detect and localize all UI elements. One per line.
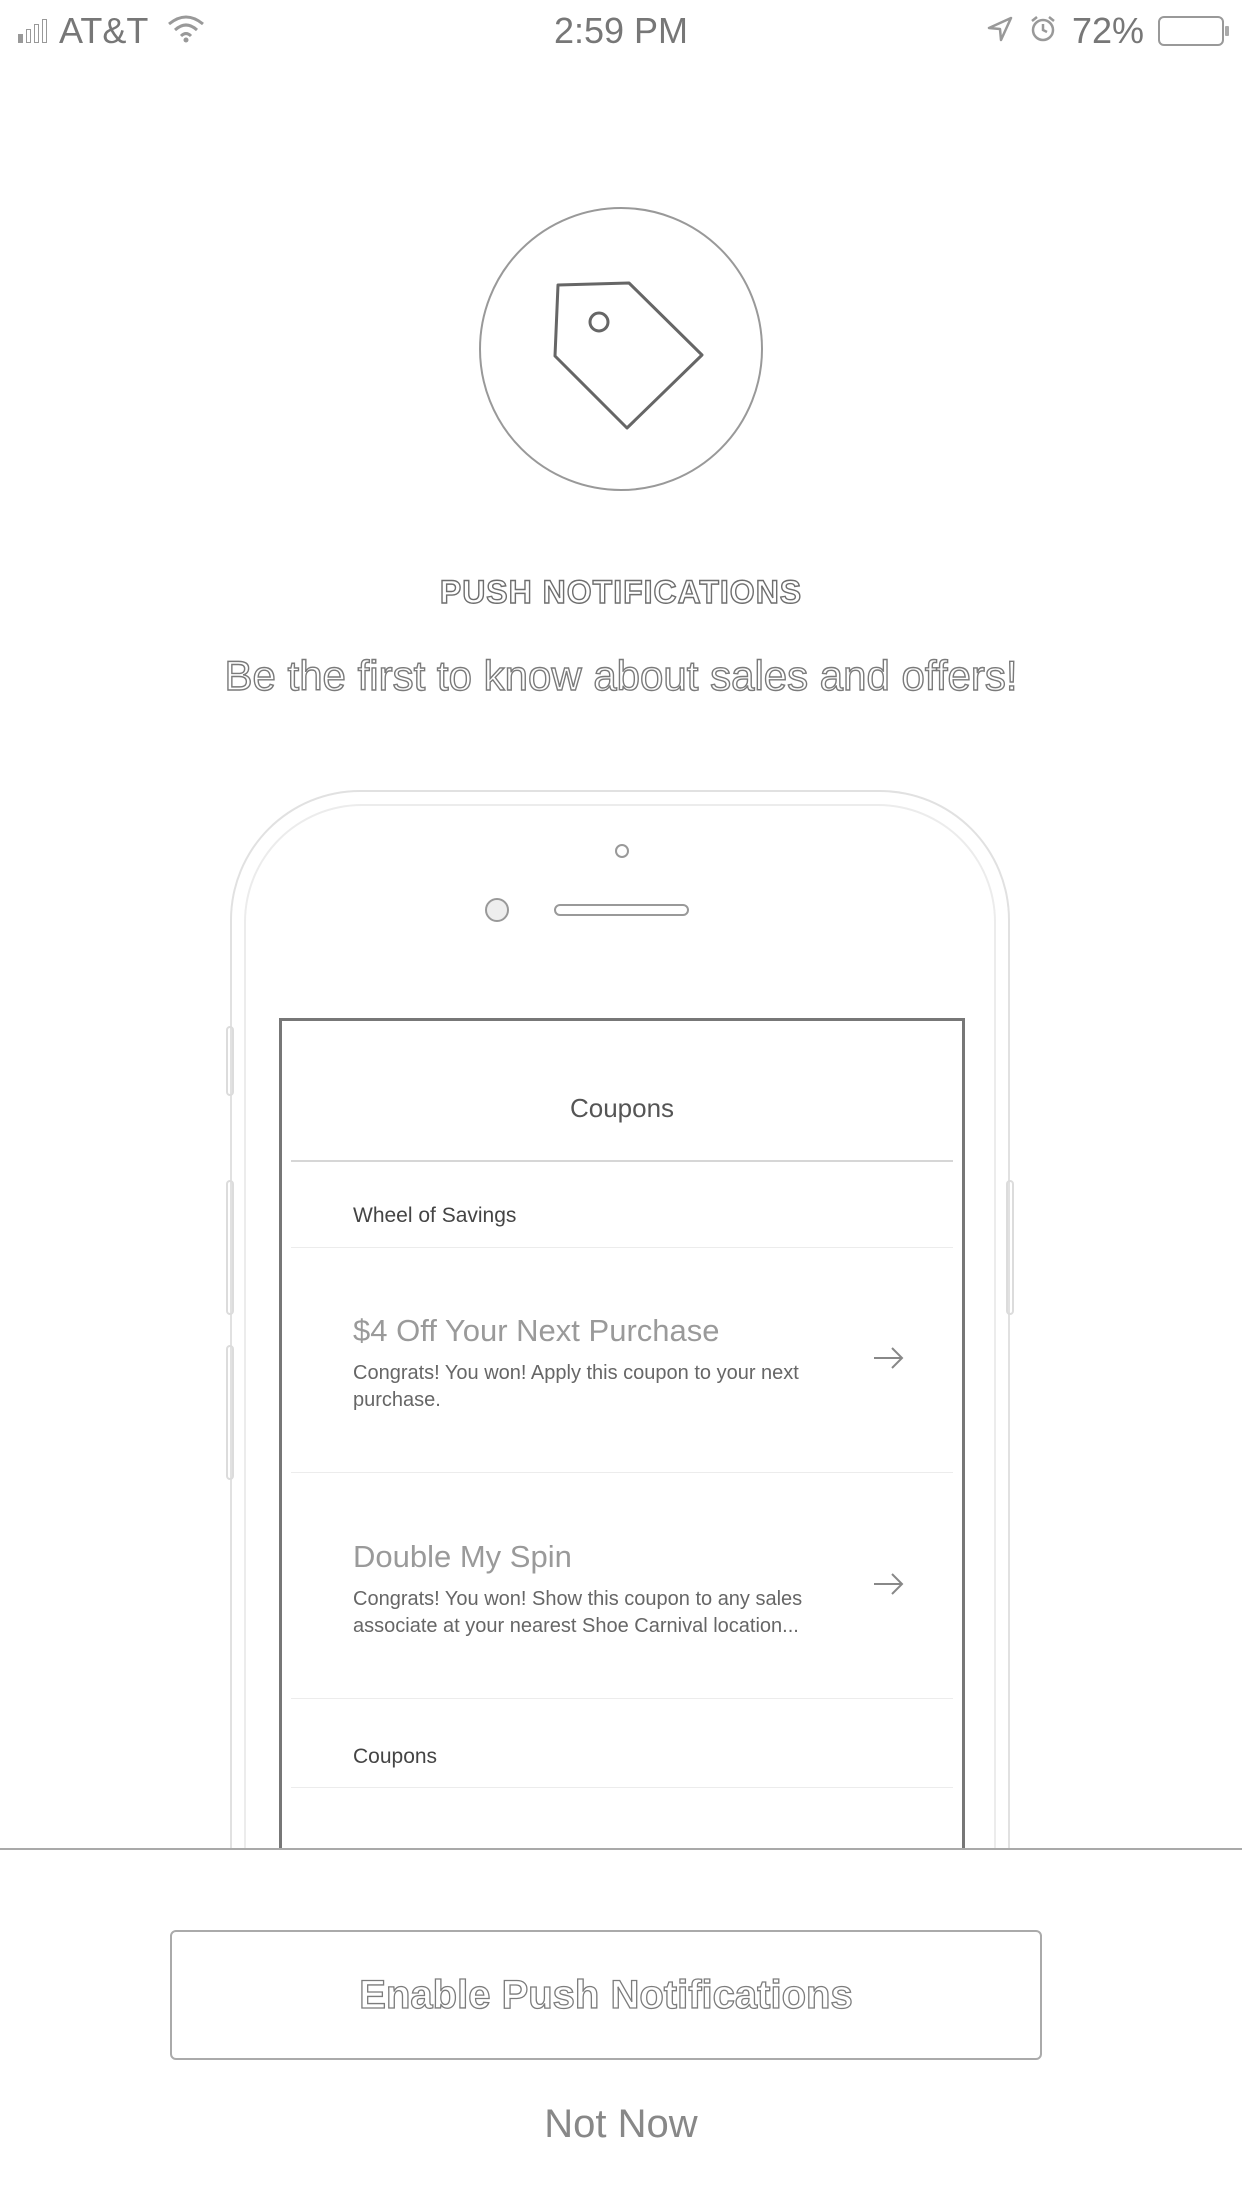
status-right: 72% — [986, 10, 1229, 52]
not-now-button[interactable]: Not Now — [0, 2102, 1242, 2147]
price-tag-icon — [479, 207, 763, 491]
phone-front-camera — [485, 898, 509, 922]
mute-switch — [226, 1026, 234, 1096]
page-subtitle: Be the first to know about sales and off… — [224, 651, 1018, 699]
row-divider — [291, 1247, 953, 1248]
row-divider — [291, 1472, 953, 1473]
section-label-coupons: Coupons — [353, 1745, 438, 1768]
location-icon — [986, 15, 1014, 48]
phone-screen: Coupons Wheel of Savings $4 Off Your Nex… — [279, 1018, 965, 1850]
section-label-wheel-of-savings: Wheel of Savings — [353, 1204, 517, 1227]
status-bar: AT&T 2:59 PM 72% — [0, 0, 1242, 62]
coupon-title: $4 Off Your Next Purchase — [353, 1313, 720, 1348]
row-divider — [291, 1698, 953, 1699]
battery-icon — [1158, 16, 1229, 46]
alarm-icon — [1028, 14, 1058, 49]
row-divider — [291, 1787, 953, 1788]
enable-button-label: Enable Push Notifications — [359, 1972, 854, 2017]
page-title: PUSH NOTIFICATIONS — [439, 573, 803, 610]
volume-down-button — [226, 1345, 234, 1480]
screen-title: Coupons — [569, 1093, 675, 1123]
arrow-right-icon[interactable] — [872, 1570, 906, 1603]
arrow-right-icon[interactable] — [872, 1344, 906, 1377]
coupon-description: Congrats! You won! Show this coupon to a… — [353, 1588, 803, 1637]
phone-camera — [615, 844, 629, 858]
battery-percent: 72% — [1071, 10, 1144, 51]
coupon-title: Double My Spin — [353, 1539, 572, 1574]
phone-speaker — [554, 904, 689, 916]
enable-push-notifications-button[interactable]: Enable Push Notifications — [170, 1930, 1042, 2060]
screen-divider — [291, 1160, 953, 1162]
power-button — [1006, 1180, 1014, 1315]
volume-up-button — [226, 1180, 234, 1315]
coupon-description: Congrats! You won! Apply this coupon to … — [353, 1362, 799, 1411]
